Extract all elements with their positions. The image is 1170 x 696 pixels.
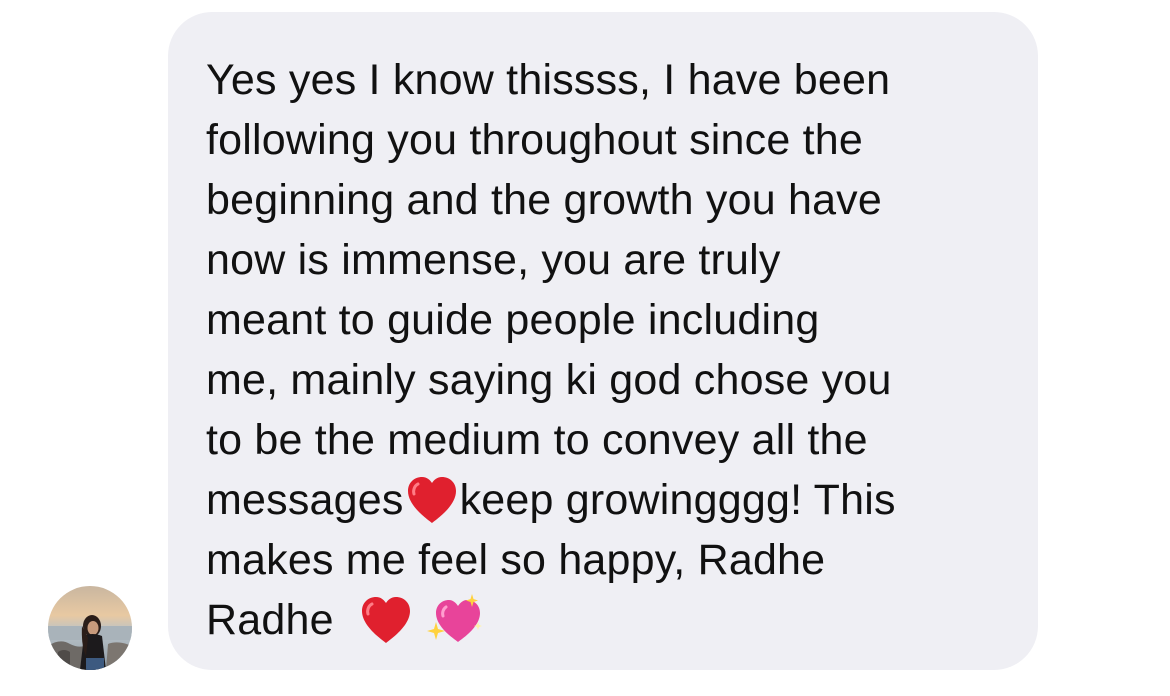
message-line: makes me feel so happy, Radhe xyxy=(206,536,826,584)
message-bubble[interactable]: Yes yes I know thissss, I have been foll… xyxy=(168,12,1038,670)
sparkling-heart-icon xyxy=(426,592,484,646)
avatar-photo xyxy=(48,586,132,670)
message-line: me, mainly saying ki god chose you xyxy=(206,356,892,404)
message-line: Yes yes I know thissss, I have been xyxy=(206,56,891,104)
message-line: to be the medium to convey all the xyxy=(206,416,868,464)
message-line: meant to guide people including xyxy=(206,296,820,344)
message-fragment: keep growingggg! This xyxy=(459,476,896,524)
red-heart-icon xyxy=(404,474,460,526)
message-fragment: messages xyxy=(206,476,404,524)
message-line: messages keep growingggg! This xyxy=(206,470,1008,530)
message-fragment: Radhe xyxy=(206,596,334,644)
sender-avatar[interactable] xyxy=(48,586,132,670)
chat-screen: Yes yes I know thissss, I have been foll… xyxy=(0,0,1170,696)
message-line: following you throughout since the xyxy=(206,116,864,164)
message-line: now is immense, you are truly xyxy=(206,236,781,284)
message-line: beginning and the growth you have xyxy=(206,176,882,224)
message-line: Radhe xyxy=(206,590,1008,650)
red-heart-icon xyxy=(358,594,414,646)
message-text: Yes yes I know thissss, I have been foll… xyxy=(206,50,1008,650)
